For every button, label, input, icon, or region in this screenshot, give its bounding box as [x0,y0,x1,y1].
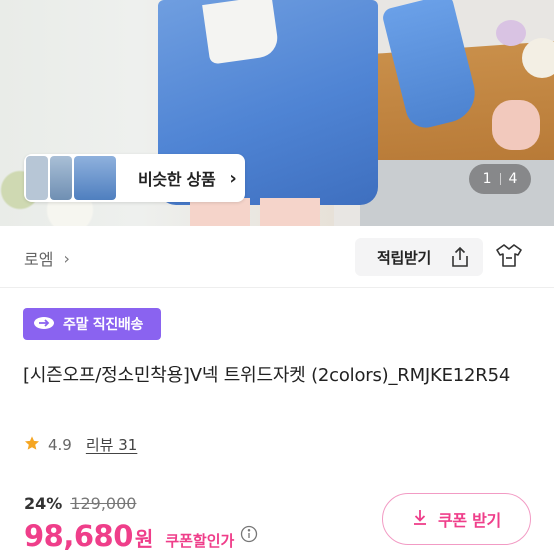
product-image[interactable]: 비슷한 상품 › 1 4 [0,0,554,226]
delivery-badge: 주말 직진배송 [23,308,161,340]
info-icon[interactable] [240,525,258,547]
chevron-right-icon: › [63,248,70,268]
coupon-price-note: 쿠폰할인가 [165,532,235,550]
similar-thumbnail [26,156,48,200]
brand-row: 로엠 › 적립받기 [0,226,554,288]
price-block: 24% 129,000 98,680 원 쿠폰할인가 [24,494,258,553]
image-leg [260,198,320,226]
brand-link[interactable]: 로엠 › [24,246,70,270]
final-price: 98,680 [24,519,133,553]
similar-thumbnail [74,156,116,200]
rating-score: 4.9 [48,435,72,454]
image-hand [492,100,540,150]
discount-line: 24% 129,000 [24,494,258,513]
delivery-badge-label: 주말 직진배송 [63,317,144,333]
delivery-icon [33,315,55,334]
coupon-button-label: 쿠폰 받기 [438,511,501,530]
similar-thumbnail [50,156,72,200]
points-label: 적립받기 [377,248,432,267]
hanger-icon[interactable] [494,242,524,270]
reviews-link[interactable]: 리뷰 31 [86,434,137,455]
final-price-line: 98,680 원 쿠폰할인가 [24,519,258,553]
image-total-count: 4 [508,171,518,187]
brand-name: 로엠 [24,250,54,269]
share-icon[interactable] [449,245,471,269]
points-button[interactable]: 적립받기 [355,238,483,276]
coupon-download-button[interactable]: 쿠폰 받기 [382,493,531,545]
image-counter: 1 4 [469,164,531,194]
chevron-right-icon: › [229,167,237,189]
download-icon [412,508,428,530]
similar-products-label: 비슷한 상품 [138,170,216,189]
similar-thumbnails [24,156,116,200]
counter-divider [499,173,501,185]
currency-unit: 원 [134,527,154,551]
product-title: [시즌오프/정소민착용]V넥 트위드자켓 (2colors)_RMJKE12R5… [23,365,511,386]
similar-products-button[interactable]: 비슷한 상품 › [24,154,245,202]
star-icon [24,435,40,455]
discount-rate: 24% [24,494,63,513]
image-current-index: 1 [482,171,492,187]
original-price: 129,000 [70,494,137,513]
image-rose [522,38,554,78]
image-leg [190,198,250,226]
image-bloom [496,20,526,46]
rating: 4.9 리뷰 31 [24,434,137,455]
